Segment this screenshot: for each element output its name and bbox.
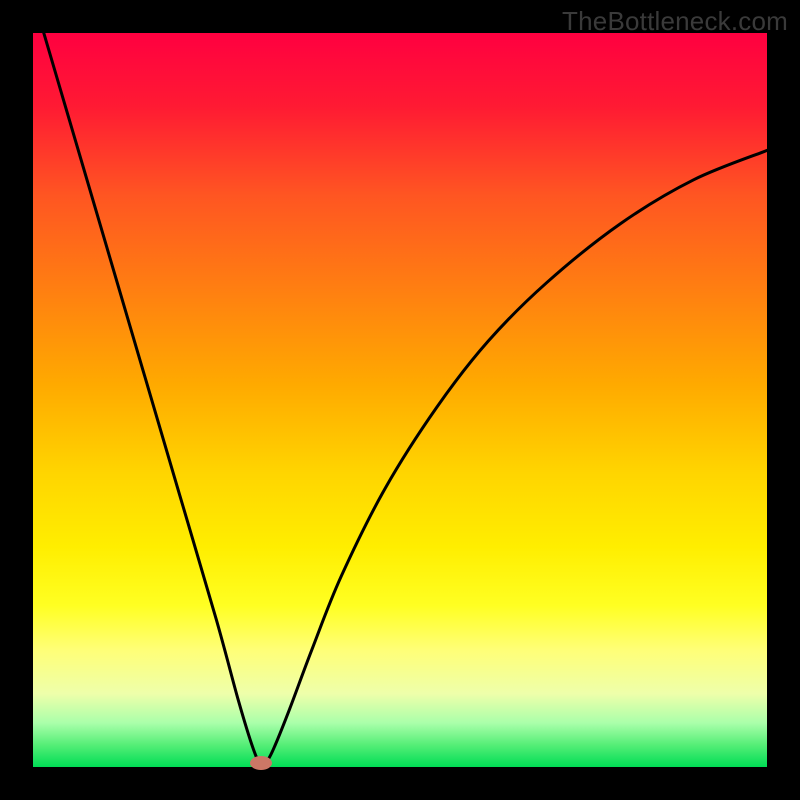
watermark-text: TheBottleneck.com: [562, 6, 788, 37]
chart-frame: TheBottleneck.com: [0, 0, 800, 800]
curve-svg: [33, 33, 767, 767]
bottleneck-curve: [33, 33, 767, 764]
minimum-marker: [250, 756, 272, 770]
